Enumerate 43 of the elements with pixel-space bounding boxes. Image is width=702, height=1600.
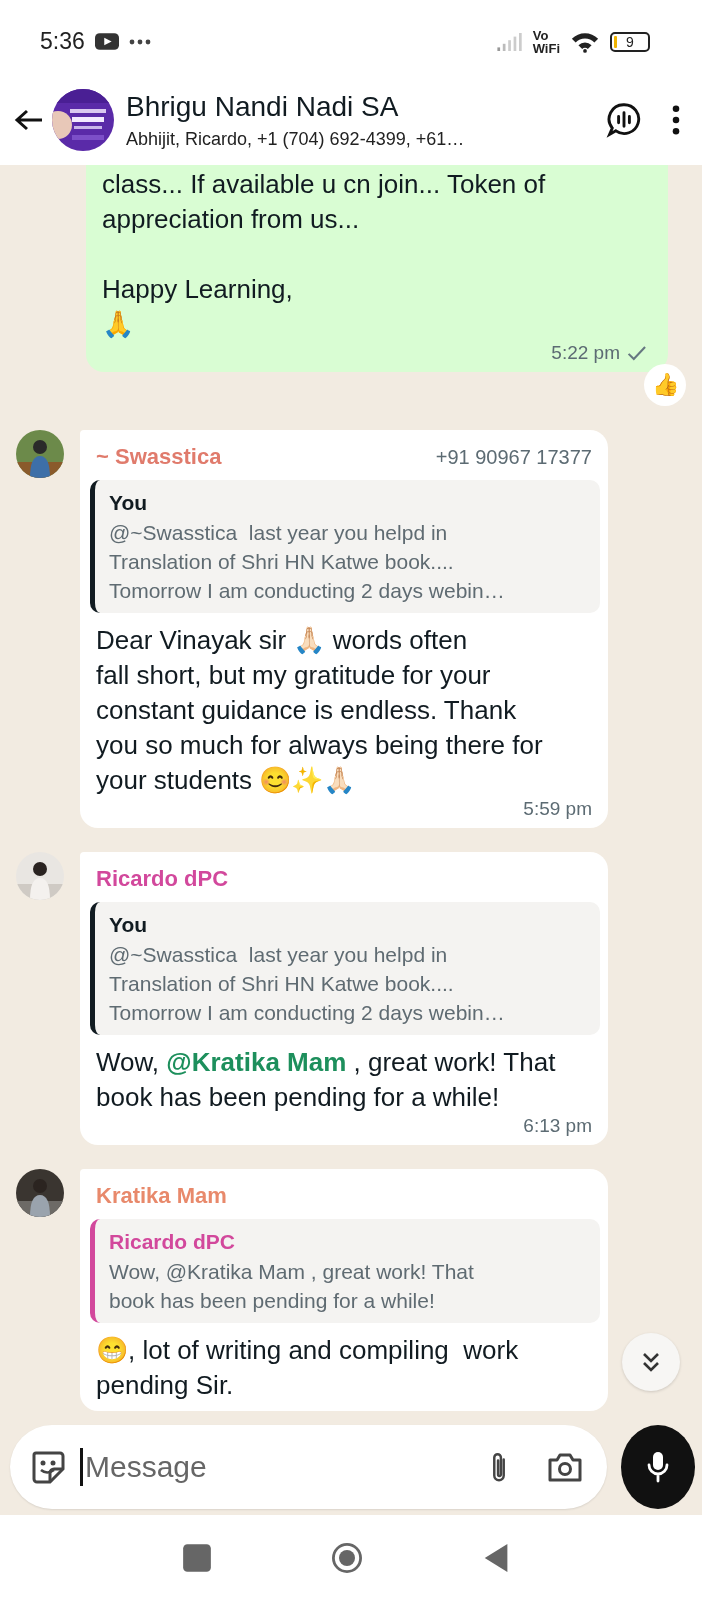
message-time: 5:22 pm — [551, 342, 620, 364]
message-input-bar[interactable]: Message — [10, 1424, 607, 1509]
group-members[interactable]: Abhijit, Ricardo, +1 (704) 692-4399, +61… — [126, 128, 598, 150]
message-field[interactable]: Message — [83, 1448, 473, 1485]
battery-icon: 9 — [610, 31, 650, 52]
home-button[interactable] — [331, 1541, 363, 1574]
message-text: class... If available u cn join... Token of appreciation from us... Happy Learning, 🙏 — [102, 168, 547, 341]
quoted-author: You — [109, 490, 149, 516]
microphone-icon — [646, 1449, 670, 1484]
quoted-message[interactable]: You @~Swasstica last year you helpd in Translation of Shri HN Katwe book.... Tomorrow I am conducting 2 days webin… — [90, 902, 600, 1035]
sender-name: ~ Swasstica — [96, 444, 222, 470]
wifi-icon — [570, 30, 600, 53]
quoted-text: @~Swasstica last year you helpd in Translation of Shri HN Katwe book.... Tomorrow I am conducting 2 days webin… — [109, 520, 506, 604]
sent-message-bubble[interactable]: class... If available u cn join... Token of appreciation from us... Happy Learning, 🙏 5:22 pm — [86, 165, 668, 372]
voice-chat-icon[interactable] — [606, 102, 642, 138]
video-play-icon — [94, 32, 119, 51]
menu-icon[interactable] — [672, 105, 680, 135]
sender-name: Kratika Mam — [96, 1183, 227, 1209]
received-message-bubble[interactable]: Kratika Mam Ricardo dPC Wow, @Kratika Mam , great work! That book has been pending for a while! 😁, lot of writing and compiling work pending Sir. — [80, 1169, 608, 1411]
sender-name: Ricardo dPC — [96, 866, 229, 892]
quoted-text: Wow, @Kratika Mam , great work! That book has been pending for a while! — [109, 1259, 475, 1314]
vowifi-label: Vo WiFi — [532, 28, 560, 55]
message-text: 😁, lot of writing and compiling work pending Sir. — [96, 1334, 520, 1402]
received-message-bubble[interactable] — [80, 852, 608, 1145]
received-message-bubble[interactable] — [80, 430, 608, 828]
scroll-down-button[interactable] — [622, 1333, 680, 1391]
quoted-text: @~Swasstica last year you helpd in Translation of Shri HN Katwe book.... Tomorrow I am conducting 2 days webin… — [109, 942, 506, 1026]
message-text: Dear Vinayak sir 🙏🏻 words often fall short, but my gratitude for your constant guidance is endless. Thank you so much for always being there for your students 😊✨🙏🏻 — [96, 624, 544, 797]
more-notifications-icon — [128, 38, 151, 45]
sender-phone: +91 90967 17377 — [435, 445, 592, 469]
group-title[interactable]: Bhrigu Nandi Nadi SA — [126, 90, 598, 123]
message-text: Wow, @Kratika Mam , great work! That book has been pending for a while! — [96, 1046, 557, 1114]
recent-apps-button[interactable] — [181, 1541, 213, 1574]
quoted-message[interactable]: Ricardo dPC Wow, @Kratika Mam , great work! That book has been pending for a while! — [90, 1219, 600, 1323]
quoted-author: Ricardo dPC — [109, 1229, 237, 1255]
text-cursor — [80, 1447, 83, 1486]
status-time: 5:36 — [40, 28, 85, 55]
quoted-message[interactable]: You @~Swasstica last year you helpd in Translation of Shri HN Katwe book.... Tomorrow I am conducting 2 days webin… — [90, 480, 600, 613]
back-arrow-icon[interactable] — [14, 108, 44, 132]
message-time: 6:13 pm — [523, 1115, 592, 1137]
signal-icon — [496, 32, 523, 51]
quoted-author: You — [109, 912, 149, 938]
message-time: 5:59 pm — [523, 798, 592, 820]
